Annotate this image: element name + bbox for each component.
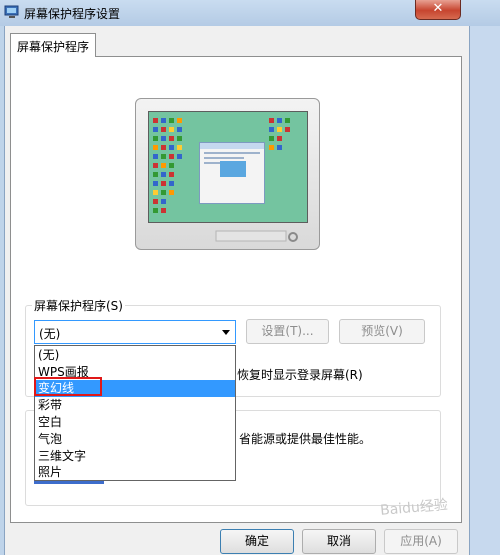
desktop-icons-right: [269, 118, 307, 218]
dropdown-option[interactable]: (无): [35, 347, 235, 364]
title-bar[interactable]: 屏幕保护程序设置 ✕: [0, 0, 500, 26]
combobox-value: (无): [39, 327, 61, 341]
dropdown-option[interactable]: 照片: [35, 464, 235, 481]
desktop-icons: [153, 118, 203, 218]
resume-login-label: 恢复时显示登录屏幕(R): [237, 368, 363, 382]
cancel-button[interactable]: 取消: [302, 529, 376, 554]
background-strip: [470, 26, 500, 555]
dropdown-option[interactable]: 三维文字: [35, 448, 235, 465]
dropdown-option[interactable]: 空白: [35, 414, 235, 431]
tab-screensaver[interactable]: 屏幕保护程序: [10, 33, 96, 57]
screensaver-group-label: 屏幕保护程序(S): [32, 297, 125, 314]
window-title: 屏幕保护程序设置: [24, 7, 121, 21]
screensaver-combobox[interactable]: (无): [34, 320, 236, 344]
dialog-window: 屏幕保护程序设置 ✕ 屏幕保护程序 屏幕保护程序(S) (无) 设置(T)...…: [0, 0, 500, 555]
apply-button[interactable]: 应用(A): [384, 529, 458, 554]
power-description: 省能源或提供最佳性能。: [239, 432, 372, 446]
screensaver-dropdown-list[interactable]: (无) WPS画报 变幻线 彩带 空白 气泡 三维文字 照片: [34, 345, 236, 481]
dropdown-option[interactable]: 彩带: [35, 397, 235, 414]
monitor-preview: [135, 98, 320, 250]
annotation-highlight-box: [34, 377, 102, 396]
preview-button[interactable]: 预览(V): [339, 319, 425, 344]
close-button[interactable]: ✕: [415, 0, 461, 20]
preview-dialog: [199, 142, 265, 204]
ok-button[interactable]: 确定: [220, 529, 294, 554]
power-led-icon: [288, 232, 298, 242]
chevron-down-icon[interactable]: [222, 330, 230, 335]
power-settings-link[interactable]: [34, 481, 104, 484]
settings-button[interactable]: 设置(T)...: [246, 319, 329, 344]
monitor-base: [215, 230, 287, 242]
dropdown-option[interactable]: 气泡: [35, 431, 235, 448]
screensaver-icon: [4, 5, 19, 18]
preview-screen: [148, 111, 308, 223]
